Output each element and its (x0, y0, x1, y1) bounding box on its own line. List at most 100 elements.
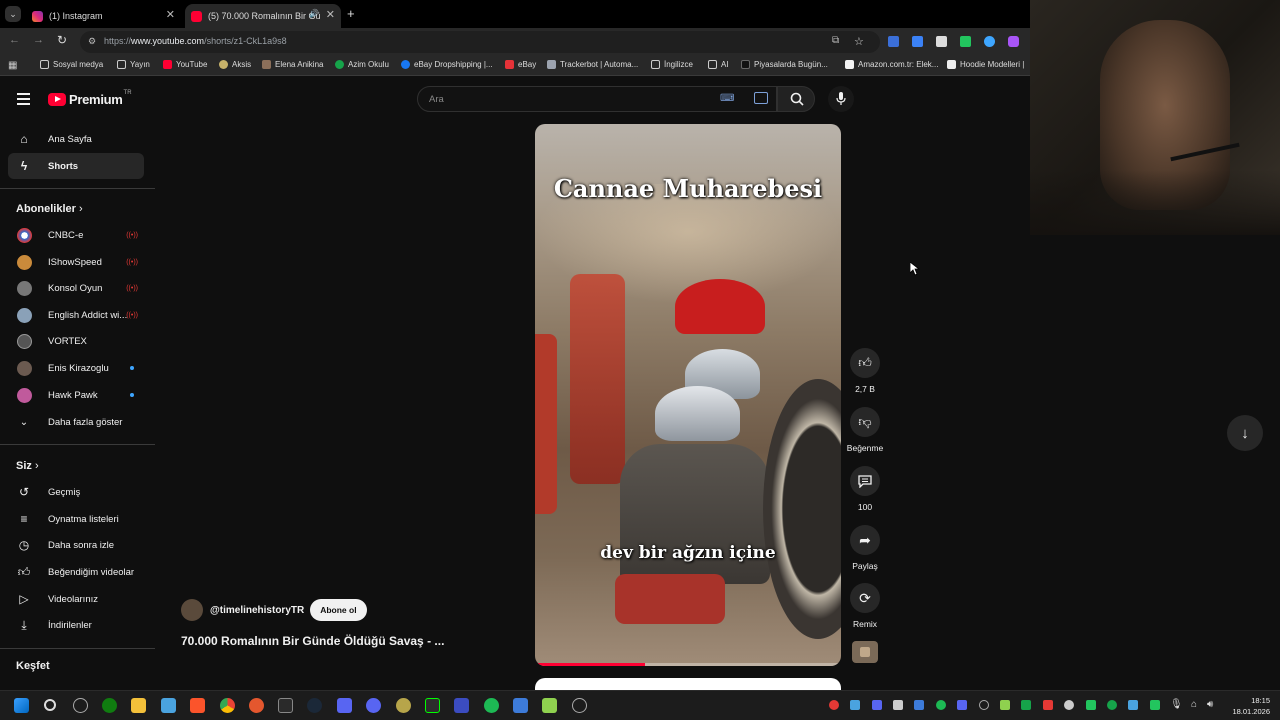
app-icon[interactable] (513, 698, 528, 713)
bookmark-folder[interactable]: İngilizce (651, 60, 693, 69)
bookmark-link[interactable]: Elena Anikina (262, 60, 323, 69)
tray-icon[interactable] (1064, 700, 1074, 710)
bookmark-link[interactable]: eBay (505, 60, 536, 69)
taskview-icon[interactable] (73, 698, 88, 713)
tab-instagram[interactable]: (1) Instagram ✕ (26, 4, 181, 28)
sidebar-item-subscription[interactable]: Konsol Oyun ((•)) (8, 275, 144, 301)
bookmark-folder[interactable]: Sosyal medya (40, 60, 103, 69)
tray-icon[interactable] (1150, 700, 1160, 710)
tray-icon[interactable] (936, 700, 946, 710)
voice-search-button[interactable] (828, 86, 854, 112)
subscriptions-header[interactable]: Abonelikler › (16, 203, 83, 215)
bookmark-folder[interactable]: Yayın (117, 60, 150, 69)
xbox-icon[interactable] (102, 698, 117, 713)
apps-grid-icon[interactable]: ▦ (8, 60, 17, 71)
sidebar-item-subscription[interactable]: CNBC-e ((•)) (8, 222, 144, 248)
share-button[interactable]: ➦ (850, 525, 880, 555)
app-icon[interactable] (337, 698, 352, 713)
chrome-icon[interactable] (220, 698, 235, 713)
app-icon[interactable] (454, 698, 469, 713)
tray-icon[interactable] (1043, 700, 1053, 710)
tray-icon[interactable] (1107, 700, 1117, 710)
bookmark-link[interactable]: Hoodie Modelleri | (947, 60, 1024, 69)
tab-youtube[interactable]: (5) 70.000 Romalının Bir Gü 🔊 ✕ (185, 4, 341, 28)
sidebar-item-subscription[interactable]: Hawk Pawk (8, 382, 144, 408)
search-icon[interactable] (44, 699, 56, 711)
taskbar-clock[interactable]: 18:15 18.01.2026 (1226, 695, 1270, 717)
dislike-button[interactable]: 👎︎ (850, 407, 880, 437)
address-bar[interactable]: ⚙ https://www.youtube.com/shorts/z1-CkL1… (80, 31, 880, 53)
forward-icon[interactable]: → (33, 34, 44, 46)
sidebar-item-playlists[interactable]: ≡ Oynatma listeleri (8, 506, 144, 532)
app-icon[interactable] (572, 698, 587, 713)
sidebar-item-subscription[interactable]: VORTEX (8, 328, 144, 354)
shorts-player[interactable]: Cannae Muharebesi dev bir ağzın içine (535, 124, 841, 666)
reload-icon[interactable]: ↻ (57, 33, 67, 47)
extension-box-icon[interactable] (936, 36, 947, 47)
tray-icon[interactable] (957, 700, 967, 710)
tray-icon[interactable] (829, 700, 839, 710)
volume-icon[interactable]: 🔊︎ (1207, 699, 1213, 710)
next-short-button[interactable]: ↓ (1227, 415, 1263, 451)
store-icon[interactable] (161, 698, 176, 713)
extension-purple-icon[interactable] (1008, 36, 1019, 47)
translate-keyboard-icon[interactable]: ⌨ (720, 93, 734, 104)
video-progress-bar[interactable] (535, 663, 841, 666)
bookmark-folder[interactable]: AI (708, 60, 729, 69)
app-icon[interactable] (249, 698, 264, 713)
subscribe-button[interactable]: Abone ol (310, 599, 367, 621)
dislike-action[interactable]: 👎︎ Beğenme (842, 407, 888, 453)
you-header[interactable]: Siz › (16, 460, 39, 472)
file-explorer-icon[interactable] (131, 698, 146, 713)
comments-button[interactable] (850, 466, 880, 496)
bookmark-star-icon[interactable]: ☆ (854, 35, 864, 48)
like-action[interactable]: 👍︎ 2,7 B (842, 348, 888, 394)
tray-icon[interactable] (1086, 700, 1096, 710)
tray-icon[interactable] (1128, 700, 1138, 710)
sidebar-item-watch-later[interactable]: ◷ Daha sonra izle (8, 532, 144, 558)
back-icon[interactable]: ← (9, 34, 20, 46)
search-button[interactable] (777, 86, 815, 112)
tray-icon[interactable] (1021, 700, 1031, 710)
app-icon[interactable] (396, 698, 411, 713)
show-more-button[interactable]: ⌄ Daha fazla göster (8, 409, 144, 435)
microphone-tray-icon[interactable]: 🎙︎ (1170, 699, 1183, 710)
new-tab-button[interactable]: + (347, 6, 355, 21)
extension-keepa-icon[interactable] (960, 36, 971, 47)
install-app-icon[interactable]: ⧉ (832, 35, 839, 46)
tab-close-icon[interactable]: ✕ (326, 8, 335, 21)
bookmark-link[interactable]: eBay Dropshipping |... (401, 60, 493, 69)
screenshot-search-icon[interactable] (754, 92, 768, 104)
remix-button[interactable]: ⟳ (850, 583, 880, 613)
sidebar-item-subscription[interactable]: Enis Kirazoglu (8, 355, 144, 381)
sound-thumbnail[interactable] (852, 641, 878, 663)
sidebar-item-liked[interactable]: 👍︎ Beğendiğim videolar (8, 559, 144, 585)
extension-wave-icon[interactable] (912, 36, 923, 47)
share-action[interactable]: ➦ Paylaş (842, 525, 888, 571)
tab-close-icon[interactable]: ✕ (166, 8, 175, 21)
spotify-icon[interactable] (484, 698, 499, 713)
steam-icon[interactable] (307, 698, 322, 713)
bookmark-link[interactable]: Piyasalarda Bugün... (741, 60, 828, 69)
sidebar-item-subscription[interactable]: IShowSpeed ((•)) (8, 249, 144, 275)
sidebar-item-downloads[interactable]: ⤓ İndirilenler (8, 612, 144, 638)
epic-games-icon[interactable] (278, 698, 293, 713)
sidebar-item-subscription[interactable]: English Addict wi... ((•)) (8, 302, 144, 328)
extension-blue-icon[interactable] (984, 36, 995, 47)
brave-icon[interactable] (190, 698, 205, 713)
like-button[interactable]: 👍︎ (850, 348, 880, 378)
start-icon[interactable] (14, 698, 29, 713)
search-input[interactable]: Ara ⌨ (417, 86, 777, 112)
video-title[interactable]: 70.000 Romalının Bir Günde Öldüğü Savaş … (181, 634, 444, 648)
tray-icon[interactable] (1000, 700, 1010, 710)
bookmark-link[interactable]: Amazon.com.tr: Elek... (845, 60, 938, 69)
audio-playing-icon[interactable]: 🔊 (309, 9, 319, 18)
bookmark-link[interactable]: Trackerbot | Automa... (547, 60, 638, 69)
sidebar-item-your-videos[interactable]: ▷ Videolarınız (8, 586, 144, 612)
bookmark-link[interactable]: YouTube (163, 60, 207, 69)
app-icon[interactable] (542, 698, 557, 713)
extension-translate-icon[interactable] (888, 36, 899, 47)
channel-handle[interactable]: @timelinehistoryTR (210, 605, 304, 616)
tray-icon[interactable] (979, 700, 989, 710)
sidebar-item-home[interactable]: ⌂ Ana Sayfa (8, 126, 144, 152)
